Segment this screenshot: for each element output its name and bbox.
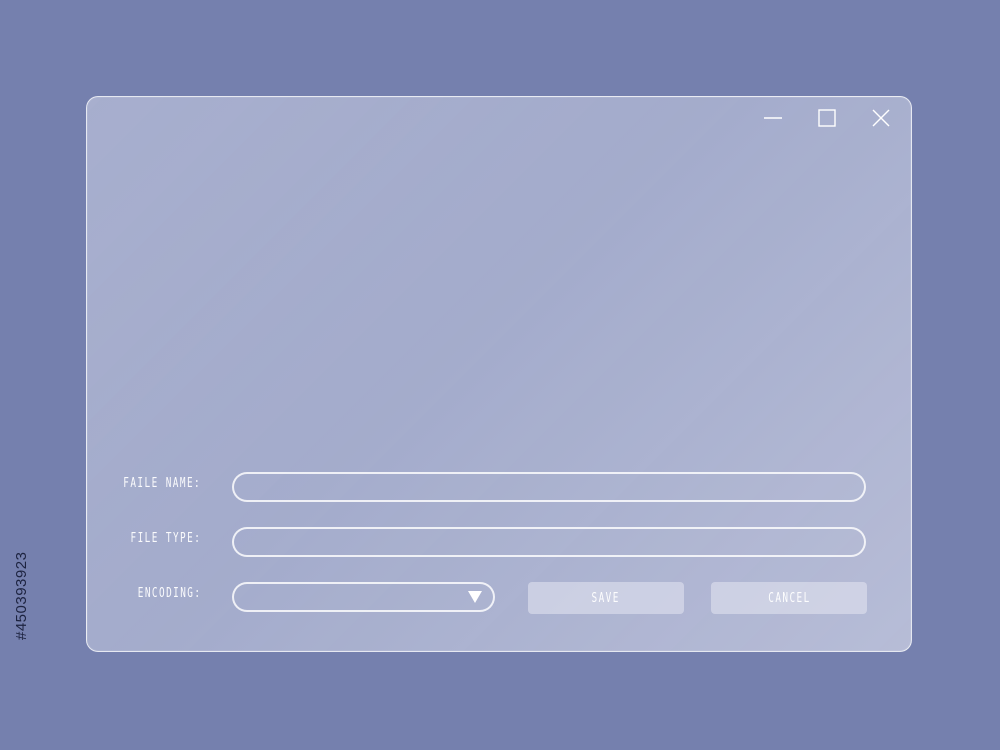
stock-id-text: #450393923 <box>13 551 30 640</box>
encoding-label: ENCODING: <box>137 586 201 601</box>
file-save-form: FAILE NAME: FILE TYPE: ENCODING: SAVE CA… <box>87 472 911 637</box>
maximize-icon[interactable] <box>817 108 837 128</box>
file-name-label: FAILE NAME: <box>123 476 201 491</box>
cancel-button[interactable]: CANCEL <box>711 582 867 614</box>
file-type-row: FILE TYPE: <box>87 527 911 557</box>
file-name-input[interactable] <box>232 472 866 502</box>
minimize-icon[interactable] <box>763 108 783 128</box>
cancel-button-label: CANCEL <box>767 590 811 606</box>
encoding-row: ENCODING: SAVE CANCEL <box>87 582 911 614</box>
save-button[interactable]: SAVE <box>528 582 684 614</box>
file-name-row: FAILE NAME: <box>87 472 911 502</box>
close-icon[interactable] <box>871 108 891 128</box>
window-controls <box>763 108 891 128</box>
file-type-label: FILE TYPE: <box>130 531 201 546</box>
dialog-window: FAILE NAME: FILE TYPE: ENCODING: SAVE CA… <box>86 96 912 652</box>
encoding-select[interactable] <box>232 582 495 612</box>
save-button-label: SAVE <box>591 590 621 606</box>
dropdown-triangle-icon <box>468 591 482 603</box>
file-type-input[interactable] <box>232 527 866 557</box>
